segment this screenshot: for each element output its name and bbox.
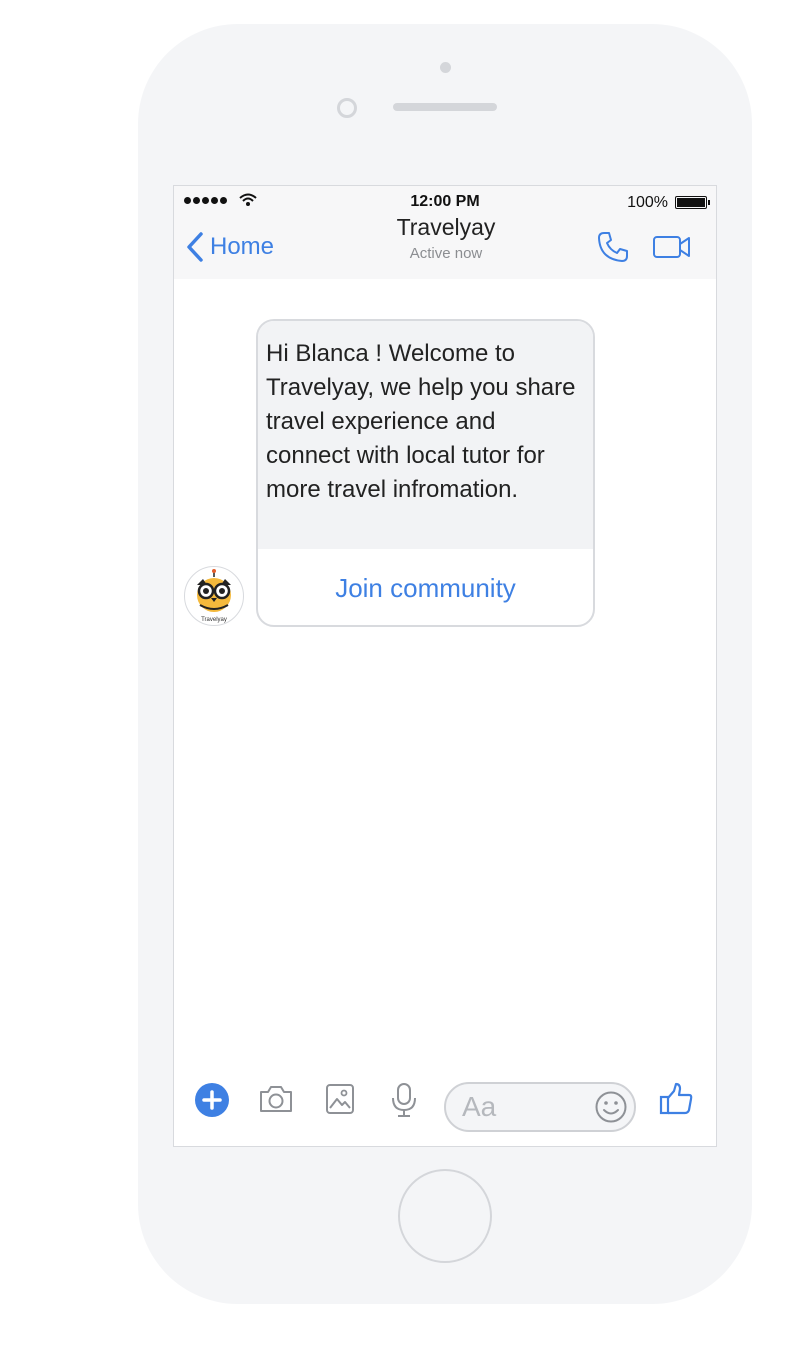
earpiece-speaker <box>393 103 497 111</box>
plus-icon[interactable] <box>194 1082 230 1118</box>
back-button[interactable]: Home <box>186 232 274 262</box>
message-input[interactable] <box>462 1090 582 1124</box>
emoji-icon[interactable] <box>594 1090 628 1124</box>
avatar[interactable]: Travelyay <box>184 566 244 626</box>
composer-bar <box>174 1078 716 1138</box>
battery-percentage: 100% <box>627 194 668 211</box>
conversation-header[interactable]: Travelyay Active now <box>324 214 568 262</box>
message-field[interactable] <box>444 1082 636 1132</box>
battery-icon <box>675 196 710 209</box>
join-community-button[interactable]: Join community <box>258 549 593 625</box>
proximity-sensor <box>440 62 451 73</box>
back-label: Home <box>210 233 275 260</box>
phone-call-icon[interactable] <box>596 230 630 264</box>
presence-status: Active now <box>409 245 483 262</box>
owl-logo-icon: Travelyay <box>197 569 231 623</box>
image-icon[interactable] <box>325 1083 355 1115</box>
back-chevron-icon <box>187 232 203 262</box>
front-camera <box>337 98 357 118</box>
video-camera-icon[interactable] <box>652 234 692 260</box>
microphone-icon[interactable] <box>390 1082 418 1118</box>
message-text: Hi Blanca ! Welcome to Travelyay, we hel… <box>258 321 593 549</box>
conversation-title: Travelyay <box>396 214 496 240</box>
thumbs-up-icon[interactable] <box>658 1082 694 1116</box>
messenger-screen: 12:00 PM 100% Home Travelyay Active now … <box>173 185 717 1147</box>
message-bubble: Hi Blanca ! Welcome to Travelyay, we hel… <box>256 319 595 627</box>
top-bar: 12:00 PM 100% Home Travelyay Active now <box>174 186 716 279</box>
home-button[interactable] <box>398 1169 492 1263</box>
camera-icon[interactable] <box>258 1084 294 1114</box>
avatar-caption: Travelyay <box>201 617 227 623</box>
